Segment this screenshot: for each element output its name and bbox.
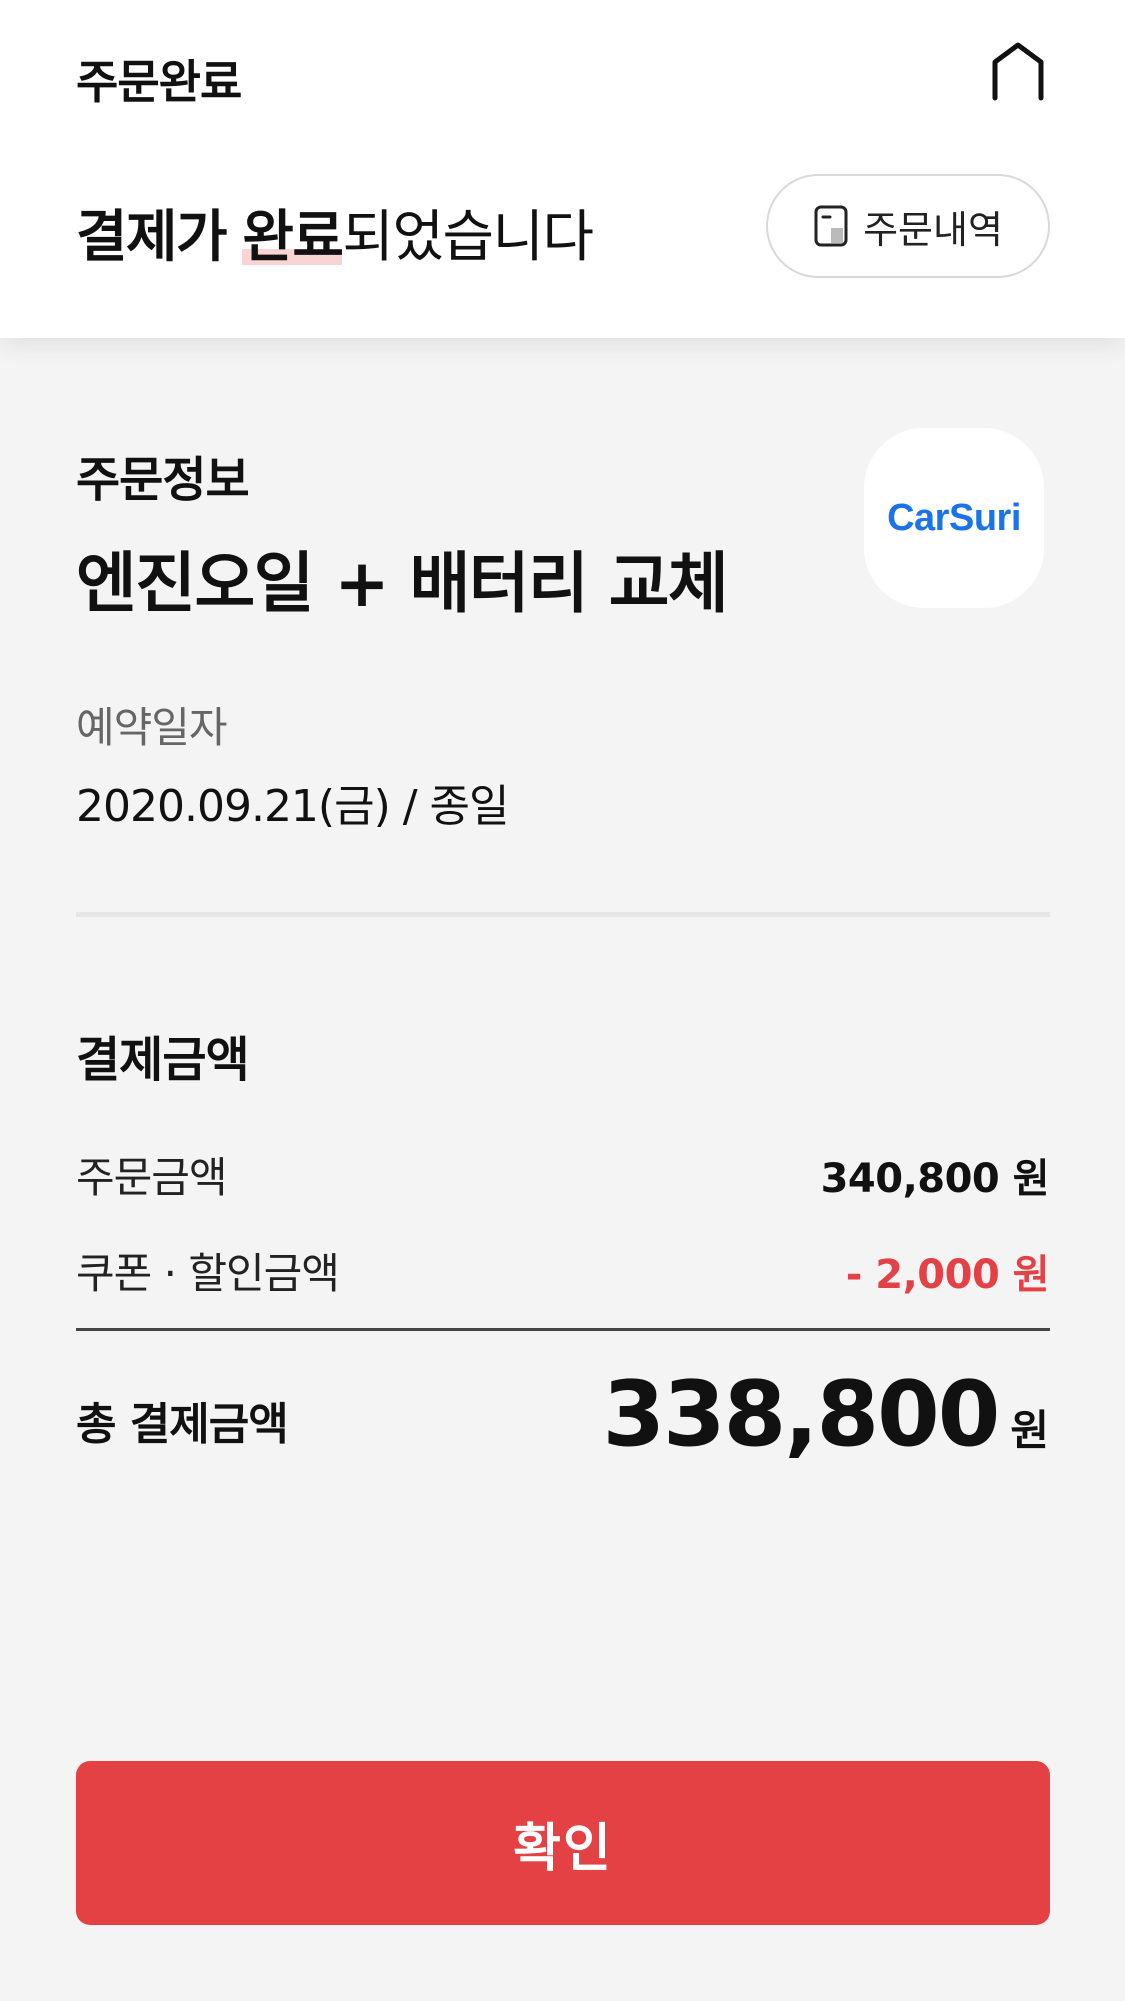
order-info-title: 주문정보 <box>76 452 250 508</box>
discount-label: 쿠폰 · 할인금액 <box>76 1249 340 1298</box>
total-amount-unit: 원 <box>1010 1406 1049 1455</box>
headline-strong: 결제가 <box>76 205 228 270</box>
discount-value: - 2,000 원 <box>845 1252 1050 1298</box>
order-amount-label: 주문금액 <box>76 1153 228 1202</box>
reservation-date-value: 2020.09.21(금) / 종일 <box>76 781 509 832</box>
nav-title: 주문완료 <box>76 55 242 109</box>
total-amount-label: 총 결제금액 <box>76 1399 289 1450</box>
headline-highlight: 완료 <box>242 205 344 270</box>
product-name: 엔진오일 + 배터리 교체 <box>76 545 729 622</box>
order-complete-page: 주문완료 결제가 완료되었습니다 주문내역 주문정보 엔진오일 + 배터리 교체… <box>0 0 1125 2001</box>
home-icon[interactable] <box>990 40 1046 102</box>
confirm-button[interactable]: 확인 <box>76 1761 1050 1925</box>
headline-rest: 되었습니다 <box>342 205 594 270</box>
section-divider <box>76 912 1050 917</box>
shop-logo: CarSuri <box>864 428 1044 608</box>
order-history-label: 주문내역 <box>863 207 1003 252</box>
total-divider <box>76 1328 1050 1331</box>
reservation-date-label: 예약일자 <box>76 703 228 752</box>
completion-headline: 결제가 완료되었습니다 <box>76 192 594 273</box>
order-history-button[interactable]: 주문내역 <box>766 174 1050 278</box>
header: 주문완료 결제가 완료되었습니다 주문내역 <box>0 0 1125 338</box>
receipt-icon <box>814 205 848 247</box>
total-amount-value: 338,800 <box>602 1362 1000 1467</box>
payment-title: 결제금액 <box>76 1032 250 1088</box>
total-amount: 338,800 원 <box>602 1362 1049 1467</box>
carsuri-logo: CarSuri <box>887 496 1021 539</box>
order-amount-value: 340,800 원 <box>820 1156 1050 1202</box>
